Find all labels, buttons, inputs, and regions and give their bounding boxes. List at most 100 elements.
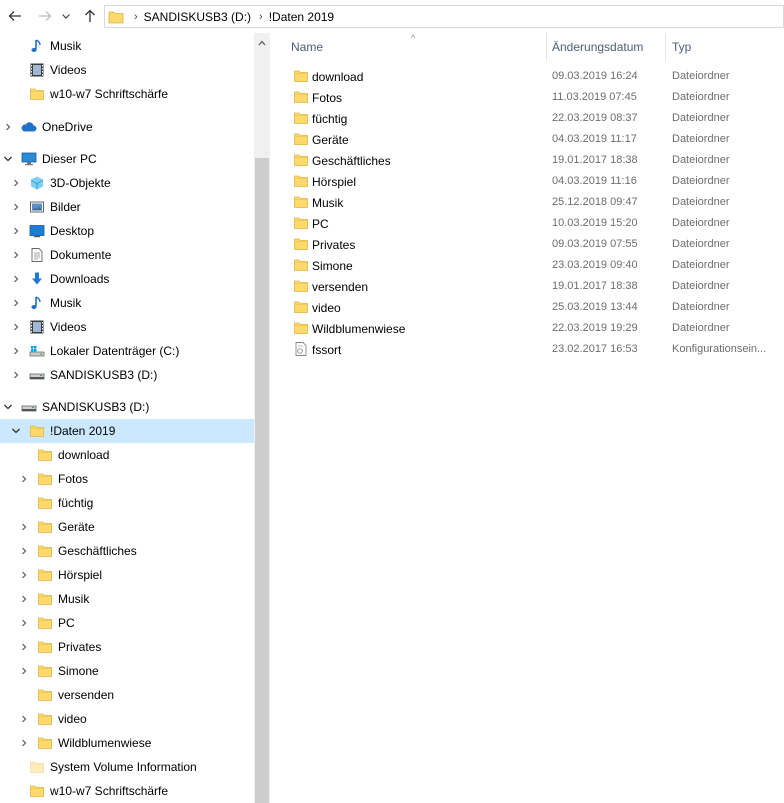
sidebar-item-label: Geräte xyxy=(58,520,95,534)
folder-icon xyxy=(293,152,309,168)
file-name: füchtig xyxy=(312,112,348,126)
chevron-right-icon[interactable] xyxy=(10,321,22,333)
sidebar-item[interactable]: Bilder xyxy=(0,195,254,219)
sidebar-item[interactable]: Videos xyxy=(0,58,254,82)
chevron-right-icon[interactable] xyxy=(10,369,22,381)
sidebar-item[interactable]: video xyxy=(0,707,254,731)
file-name: Privates xyxy=(312,238,356,252)
sidebar-item[interactable]: Musik xyxy=(0,587,254,611)
file-row[interactable]: füchtig 22.03.2019 08:37 Dateiordner xyxy=(272,108,784,129)
chevron-right-icon[interactable] xyxy=(18,473,30,485)
music-icon xyxy=(29,38,45,54)
breadcrumb-folder[interactable]: !Daten 2019 xyxy=(269,10,334,24)
sidebar-item[interactable]: OneDrive xyxy=(0,115,254,139)
chevron-right-icon[interactable] xyxy=(18,641,30,653)
chevron-down-icon[interactable] xyxy=(2,153,14,165)
file-row[interactable]: versenden 19.01.2017 18:38 Dateiordner xyxy=(272,276,784,297)
chevron-right-icon[interactable] xyxy=(2,121,14,133)
recent-locations-button[interactable] xyxy=(59,6,73,26)
column-header-date[interactable]: Änderungsdatum xyxy=(552,33,670,61)
file-row[interactable]: download 09.03.2019 16:24 Dateiordner xyxy=(272,66,784,87)
navigation-scrollbar[interactable] xyxy=(254,33,270,803)
file-row[interactable]: Musik 25.12.2018 09:47 Dateiordner xyxy=(272,192,784,213)
folder-icon xyxy=(293,299,309,315)
sidebar-item[interactable]: Privates xyxy=(0,635,254,659)
sidebar-item[interactable]: Lokaler Datenträger (C:) xyxy=(0,339,254,363)
sidebar-item[interactable]: Desktop xyxy=(0,219,254,243)
sidebar-item-label: Privates xyxy=(58,640,102,654)
sidebar-item[interactable]: Hörspiel xyxy=(0,563,254,587)
sidebar-item[interactable]: !Daten 2019 xyxy=(0,419,254,443)
sidebar-item[interactable]: Geräte xyxy=(0,515,254,539)
chevron-right-icon[interactable] xyxy=(18,713,30,725)
sidebar-item[interactable]: Dokumente xyxy=(0,243,254,267)
breadcrumb-separator[interactable]: › xyxy=(259,11,263,23)
column-separator[interactable] xyxy=(665,33,666,61)
folder-icon xyxy=(37,519,53,535)
column-header-name[interactable]: Name xyxy=(291,33,546,61)
sidebar-item[interactable]: Simone xyxy=(0,659,254,683)
sidebar-item[interactable]: versenden xyxy=(0,683,254,707)
sidebar-item[interactable]: 3D-Objekte xyxy=(0,171,254,195)
sidebar-item[interactable]: System Volume Information xyxy=(0,755,254,779)
breadcrumb-separator[interactable]: › xyxy=(134,11,138,23)
file-row[interactable]: Hörspiel 04.03.2019 11:16 Dateiordner xyxy=(272,171,784,192)
chevron-down-icon[interactable] xyxy=(10,425,22,437)
chevron-right-icon[interactable] xyxy=(18,545,30,557)
folder-icon xyxy=(37,495,53,511)
chevron-right-icon[interactable] xyxy=(18,569,30,581)
file-row[interactable]: Fotos 11.03.2019 07:45 Dateiordner xyxy=(272,87,784,108)
column-header-type[interactable]: Typ xyxy=(672,33,784,61)
file-row[interactable]: Geschäftliches 19.01.2017 18:38 Dateiordne… xyxy=(272,150,784,171)
scroll-up-button[interactable] xyxy=(254,35,270,51)
file-row[interactable]: video 25.03.2019 13:44 Dateiordner xyxy=(272,297,784,318)
address-box[interactable]: › SANDISKUSB3 (D:) › !Daten 2019 xyxy=(104,5,784,28)
chevron-right-icon[interactable] xyxy=(18,593,30,605)
sidebar-item[interactable]: füchtig xyxy=(0,491,254,515)
sidebar-item[interactable]: SANDISKUSB3 (D:) xyxy=(0,395,254,419)
sidebar-item[interactable]: download xyxy=(0,443,254,467)
sidebar-item[interactable]: Musik xyxy=(0,291,254,315)
chevron-right-icon[interactable] xyxy=(10,249,22,261)
document-icon xyxy=(29,247,45,263)
chevron-right-icon[interactable] xyxy=(18,665,30,677)
chevron-right-icon[interactable] xyxy=(10,225,22,237)
sidebar-item[interactable]: Wildblumenwiese xyxy=(0,731,254,755)
sidebar-item[interactable]: Geschäftliches xyxy=(0,539,254,563)
chevron-down-icon[interactable] xyxy=(2,401,14,413)
sidebar-item[interactable]: w10-w7 Schriftschärfe xyxy=(0,779,254,803)
breadcrumb-drive[interactable]: SANDISKUSB3 (D:) xyxy=(144,10,251,24)
sidebar-item[interactable]: SANDISKUSB3 (D:) xyxy=(0,363,254,387)
sidebar-item[interactable]: w10-w7 Schriftschärfe xyxy=(0,82,254,106)
chevron-right-icon[interactable] xyxy=(18,737,30,749)
sidebar-item-label: Bilder xyxy=(50,200,81,214)
file-row[interactable]: PC 10.03.2019 15:20 Dateiordner xyxy=(272,213,784,234)
scrollbar-thumb[interactable] xyxy=(255,158,269,803)
chevron-right-icon[interactable] xyxy=(10,345,22,357)
sidebar-item[interactable]: Fotos xyxy=(0,467,254,491)
file-row[interactable]: Geräte 04.03.2019 11:17 Dateiordner xyxy=(272,129,784,150)
folder-icon xyxy=(29,783,45,799)
sidebar-item[interactable]: Dieser PC xyxy=(0,147,254,171)
pictures-icon xyxy=(29,199,45,215)
chevron-right-icon[interactable] xyxy=(10,297,22,309)
file-row[interactable]: Wildblumenwiese 22.03.2019 19:29 Dateiordn… xyxy=(272,318,784,339)
folder-icon xyxy=(37,615,53,631)
folder-icon xyxy=(293,236,309,252)
forward-button[interactable] xyxy=(35,6,55,26)
file-row[interactable]: fssort 23.02.2017 16:53 Konfigurationsein.… xyxy=(272,339,784,360)
back-button[interactable] xyxy=(5,6,25,26)
file-row[interactable]: Privates 09.03.2019 07:55 Dateiordner xyxy=(272,234,784,255)
chevron-right-icon[interactable] xyxy=(18,521,30,533)
chevron-right-icon[interactable] xyxy=(10,273,22,285)
up-button[interactable] xyxy=(80,6,100,26)
column-separator[interactable] xyxy=(546,33,547,61)
chevron-right-icon[interactable] xyxy=(18,617,30,629)
sidebar-item[interactable]: Downloads xyxy=(0,267,254,291)
chevron-right-icon[interactable] xyxy=(10,177,22,189)
sidebar-item[interactable]: Videos xyxy=(0,315,254,339)
sidebar-item[interactable]: Musik xyxy=(0,34,254,58)
file-row[interactable]: Simone 23.03.2019 09:40 Dateiordner xyxy=(272,255,784,276)
chevron-right-icon[interactable] xyxy=(10,201,22,213)
sidebar-item[interactable]: PC xyxy=(0,611,254,635)
